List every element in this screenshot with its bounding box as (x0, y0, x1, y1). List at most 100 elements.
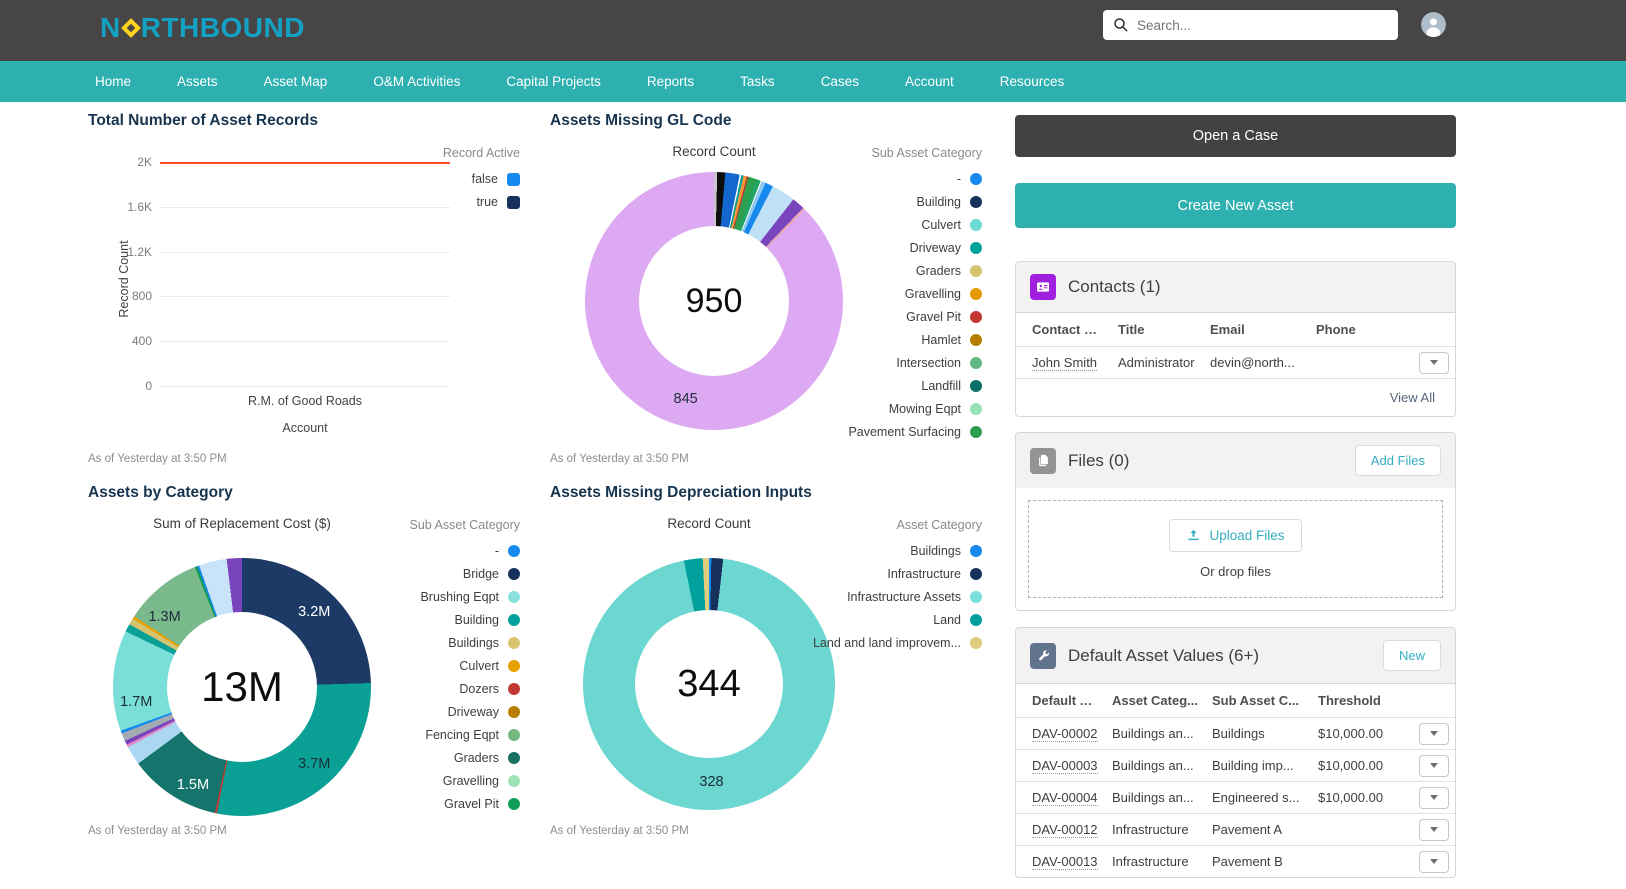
x-axis-label: Account (282, 421, 328, 435)
legend-item[interactable]: Dozers (410, 682, 520, 696)
legend-item[interactable]: Building (848, 195, 982, 209)
legend-label: Driveway (447, 705, 499, 719)
legend-item[interactable]: true (443, 195, 520, 209)
column-header[interactable]: Phone (1310, 316, 1411, 343)
contacts-card-title[interactable]: Contacts (1) (1068, 277, 1441, 297)
nav-tab-assets[interactable]: Assets (154, 61, 241, 102)
record-link[interactable]: DAV-00013 (1032, 854, 1098, 870)
nav-tab-tasks[interactable]: Tasks (717, 61, 798, 102)
gl-donut-chart[interactable]: 950 845 (585, 172, 843, 430)
files-card-title[interactable]: Files (0) (1068, 451, 1355, 471)
record-link[interactable]: John Smith (1032, 355, 1098, 371)
column-header[interactable]: Threshold (1312, 687, 1411, 714)
nav-tab-resources[interactable]: Resources (977, 61, 1088, 102)
nav-tab-o-m-activities[interactable]: O&M Activities (350, 61, 483, 102)
legend-item[interactable]: Driveway (410, 705, 520, 719)
user-avatar[interactable] (1421, 12, 1446, 37)
row-actions-dropdown[interactable] (1419, 786, 1449, 809)
legend-title: Asset Category (896, 518, 982, 532)
row-actions-dropdown[interactable] (1419, 850, 1449, 873)
record-link-cell: DAV-00004 (1016, 784, 1106, 811)
record-link[interactable]: DAV-00004 (1032, 790, 1098, 806)
open-case-button[interactable]: Open a Case (1015, 115, 1456, 157)
category-donut-chart[interactable]: 13M 3.2M 3.7M 1.5M 1.7M 1.3M (113, 558, 371, 816)
nav-tab-capital-projects[interactable]: Capital Projects (483, 61, 624, 102)
legend-item[interactable]: Gravel Pit (848, 310, 982, 324)
legend-item[interactable]: Graders (410, 751, 520, 765)
record-link[interactable]: DAV-00003 (1032, 758, 1098, 774)
legend-label: Pavement Surfacing (848, 425, 961, 439)
table-cell: devin@north... (1210, 355, 1295, 370)
new-button[interactable]: New (1382, 640, 1441, 671)
legend-item[interactable]: false (443, 172, 520, 186)
category-legend: Sub Asset Category - Bridge Brushing Eqpt Bu… (410, 518, 520, 820)
legend-item[interactable]: Mowing Eqpt (848, 402, 982, 416)
legend-item[interactable]: Land (813, 613, 982, 627)
chevron-down-icon (1430, 827, 1438, 832)
upload-files-button[interactable]: Upload Files (1169, 519, 1302, 552)
legend-item[interactable]: Driveway (848, 241, 982, 255)
legend-label: Brushing Eqpt (420, 590, 499, 604)
legend-item[interactable]: Gravelling (848, 287, 982, 301)
legend-item[interactable]: Buildings (410, 636, 520, 650)
chart-title: Total Number of Asset Records (88, 112, 318, 129)
column-header[interactable]: Sub Asset C... (1206, 687, 1312, 714)
chevron-down-icon (1430, 763, 1438, 768)
row-actions-dropdown[interactable] (1419, 754, 1449, 777)
nav-tab-account[interactable]: Account (882, 61, 977, 102)
legend-item[interactable]: Graders (848, 264, 982, 278)
column-header[interactable]: Email (1204, 316, 1310, 343)
table-cell: Infrastructure (1112, 854, 1189, 869)
view-all-link[interactable]: View All (1390, 390, 1435, 405)
legend-swatch (508, 591, 520, 603)
legend-item[interactable]: Fencing Eqpt (410, 728, 520, 742)
legend-item[interactable]: Brushing Eqpt (410, 590, 520, 604)
create-new-asset-button[interactable]: Create New Asset (1015, 183, 1456, 228)
donut-measure-label: Record Count (667, 516, 751, 531)
add-files-button[interactable]: Add Files (1354, 445, 1441, 476)
legend-item[interactable]: Infrastructure (813, 567, 982, 581)
row-actions-dropdown[interactable] (1419, 722, 1449, 745)
nav-tab-asset-map[interactable]: Asset Map (241, 61, 351, 102)
row-actions-dropdown[interactable] (1419, 818, 1449, 841)
contacts-card-header: Contacts (1) (1016, 262, 1455, 312)
record-link[interactable]: DAV-00002 (1032, 726, 1098, 742)
legend-item[interactable]: Infrastructure Assets (813, 590, 982, 604)
nav-tab-reports[interactable]: Reports (624, 61, 717, 102)
depreciation-donut-chart[interactable]: 344 328 (583, 558, 835, 810)
column-header[interactable]: Default As... (1016, 687, 1106, 714)
legend-item[interactable]: Buildings (813, 544, 982, 558)
dav-card-title[interactable]: Default Asset Values (6+) (1068, 646, 1383, 666)
legend-item[interactable]: Land and land improvem... (813, 636, 982, 650)
legend-item[interactable]: Gravelling (410, 774, 520, 788)
column-header[interactable]: Asset Categ... (1106, 687, 1206, 714)
chart-title: Assets Missing GL Code (550, 112, 732, 129)
northbound-logo[interactable]: N RTHBOUND (100, 12, 305, 44)
record-link[interactable]: DAV-00012 (1032, 822, 1098, 838)
legend-item[interactable]: Intersection (848, 356, 982, 370)
legend-item[interactable]: Building (410, 613, 520, 627)
legend-item[interactable]: - (410, 544, 520, 558)
legend-item[interactable]: Hamlet (848, 333, 982, 347)
files-dropzone[interactable]: Upload Files Or drop files (1028, 500, 1443, 598)
search-input[interactable] (1130, 17, 1398, 33)
legend-title: Sub Asset Category (409, 518, 520, 532)
dashboard-app: N RTHBOUND HomeAssetsAsset MapO&M Activit… (0, 0, 1626, 889)
legend-item[interactable]: Culvert (848, 218, 982, 232)
legend-item[interactable]: Gravel Pit (410, 797, 520, 811)
nav-tab-home[interactable]: Home (72, 61, 154, 102)
row-actions-dropdown[interactable] (1419, 351, 1449, 374)
legend-item[interactable]: Bridge (410, 567, 520, 581)
table-cell: $10,000.00 (1318, 726, 1384, 741)
column-header[interactable]: Title (1112, 316, 1204, 343)
legend-item[interactable]: Landfill (848, 379, 982, 393)
table-row: DAV-00013 Infrastructure Pavement B (1016, 845, 1455, 877)
nav-tab-cases[interactable]: Cases (798, 61, 882, 102)
legend-label: Culvert (459, 659, 499, 673)
legend-item[interactable]: Culvert (410, 659, 520, 673)
legend-item[interactable]: - (848, 172, 982, 186)
legend-item[interactable]: Pavement Surfacing (848, 425, 982, 439)
column-header[interactable]: Contact Na... (1016, 316, 1112, 343)
slice-label: 3.2M (298, 604, 331, 621)
table-row: DAV-00004 Buildings an... Engineered s... $… (1016, 781, 1455, 813)
